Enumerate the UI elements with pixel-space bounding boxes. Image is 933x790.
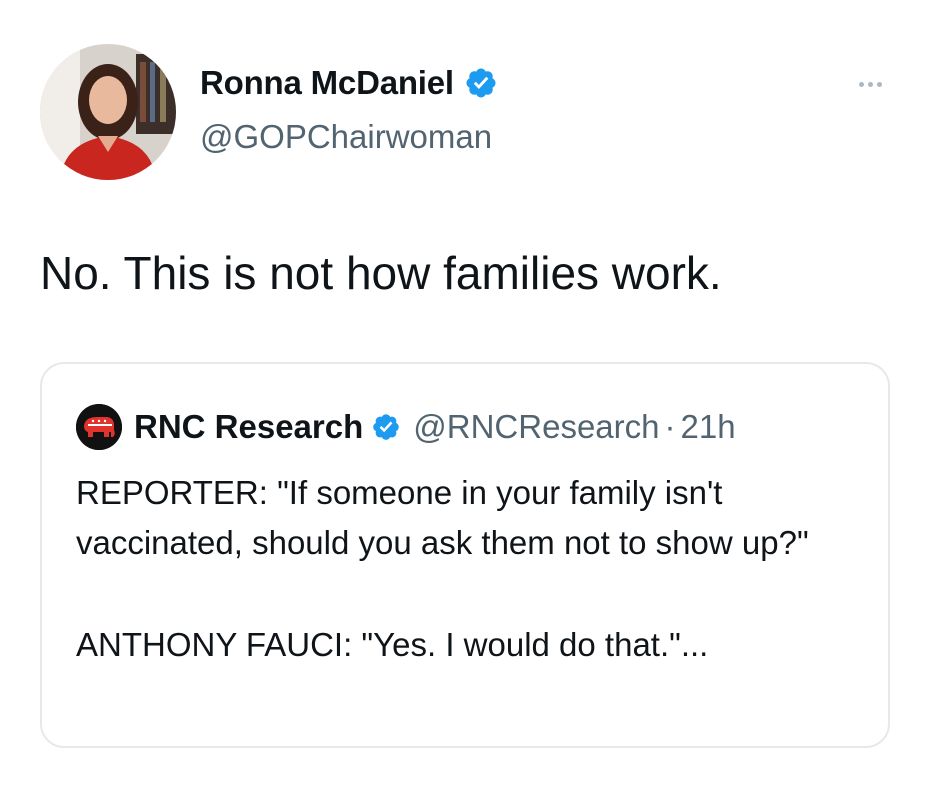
tweet: Ronna McDaniel @GOPChairwoman No. This i… xyxy=(0,0,933,790)
quoted-tweet-timestamp[interactable]: 21h xyxy=(681,408,736,446)
quoted-author-avatar[interactable] xyxy=(76,404,122,450)
author-avatar-image xyxy=(40,44,176,180)
author-handle[interactable]: @GOPChairwoman xyxy=(200,118,492,156)
verified-badge-icon xyxy=(464,66,498,100)
tweet-text: No. This is not how families work. xyxy=(40,247,722,299)
quoted-tweet-paragraph: ANTHONY FAUCI: "Yes. I would do that."..… xyxy=(76,626,709,663)
elephant-logo-icon xyxy=(76,404,122,450)
author-avatar[interactable] xyxy=(40,44,176,180)
quoted-tweet-text: REPORTER: "If someone in your family isn… xyxy=(76,468,866,670)
quoted-author-display-name[interactable]: RNC Research xyxy=(134,408,363,446)
quoted-author-handle[interactable]: @RNCResearch xyxy=(413,408,659,446)
more-horizontal-icon xyxy=(867,81,873,87)
quoted-tweet-paragraph: REPORTER: "If someone in your family isn… xyxy=(76,474,809,561)
verified-badge-icon xyxy=(371,412,401,442)
quoted-tweet-card[interactable]: RNC Research @RNCResearch · 21h REPORTER… xyxy=(40,362,890,748)
quoted-tweet-header: RNC Research @RNCResearch · 21h xyxy=(76,404,736,450)
timestamp-separator: · xyxy=(664,408,676,445)
more-horizontal-icon xyxy=(876,81,882,87)
more-options-button[interactable] xyxy=(848,72,892,96)
author-name-row: Ronna McDaniel xyxy=(200,64,498,102)
author-display-name[interactable]: Ronna McDaniel xyxy=(200,64,454,102)
more-horizontal-icon xyxy=(858,81,864,87)
